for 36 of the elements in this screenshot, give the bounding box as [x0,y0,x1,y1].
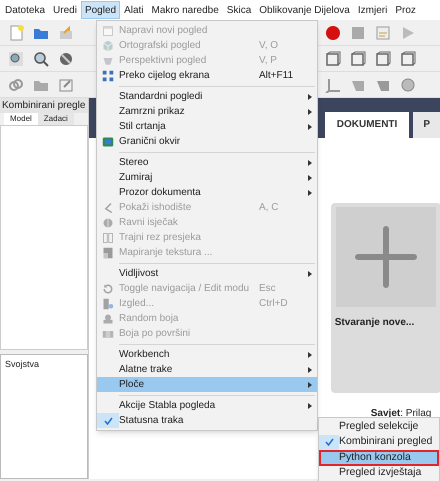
menu-bar-item[interactable]: Datoteka [1,1,50,19]
panel-title: Kombinirani pregle [0,98,88,113]
menu-bar-item[interactable]: Oblikovanje Dijelova [255,1,354,19]
menu-item[interactable]: Akcije Stabla pogleda [97,398,317,413]
menu-item[interactable]: Zumiraj [97,170,317,185]
panel-tab[interactable]: Zadaci [38,113,74,125]
panel-title: Svojstva [5,358,40,371]
card-label: Stvaranje nove... [334,316,414,330]
menu-item[interactable]: Vidljivost [97,266,317,281]
submenu-item[interactable]: Pregled selekcije [319,419,439,434]
menu-bar-item[interactable]: Alati [120,1,148,19]
start-page-tab[interactable]: P [413,112,440,138]
menu-bar-item[interactable]: Proz [391,1,420,19]
menu-item[interactable]: Prozor dokumenta [97,185,317,200]
tip-text: Savjet: Prilag [370,407,432,421]
menu-item[interactable]: Alatne trake [97,362,317,377]
menu-item[interactable]: Zamrzni prikaz [97,104,317,119]
submenu-item[interactable]: Python konzola [319,450,439,466]
menu-bar-item[interactable]: Uredi [49,1,81,19]
menu-item[interactable]: Ploče [97,377,317,392]
submenu-item[interactable]: Kombinirani pregled [319,434,439,450]
new-document-card[interactable]: Stvaranje nove... [330,203,440,393]
menu-bar-item[interactable]: Skica [222,1,256,19]
menu-bar-item[interactable]: Pogled [80,1,120,19]
menu-item[interactable]: Statusna traka [97,413,317,428]
menu-bar-item[interactable]: Izmjeri [354,1,392,19]
start-page-tab[interactable]: DOKUMENTI [324,112,410,138]
menu-item[interactable]: Standardni pogledi [97,89,317,104]
menu-item[interactable]: Granični okvir [97,134,317,149]
menu-item[interactable]: Stereo [97,155,317,170]
menu-item[interactable]: Stil crtanja [97,119,317,134]
submenu-item[interactable]: Pregled izvještaja [319,466,439,481]
menu-item[interactable]: Workbench [97,347,317,362]
panel-tab[interactable]: Model [4,113,38,125]
menu-item[interactable]: Preko cijelog ekrana Alt+F11 [97,68,317,83]
menu-bar-item[interactable]: Makro naredbe [148,1,223,19]
